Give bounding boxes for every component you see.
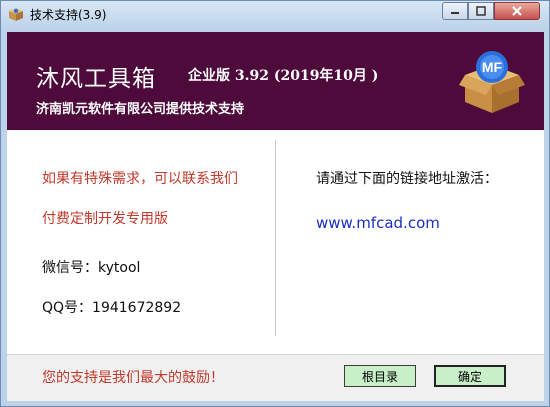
company-label: 济南凯元软件有限公司提供技术支持 <box>36 102 245 117</box>
close-button[interactable] <box>494 2 540 20</box>
paid-custom-text: 付费定制开发专用版 <box>42 211 168 227</box>
activation-prompt: 请通过下面的链接地址激活： <box>316 171 498 187</box>
activation-link[interactable]: www.mfcad.com <box>316 214 440 232</box>
maximize-button[interactable] <box>468 2 494 20</box>
content-area: 如果有特殊需求，可以联系我们 付费定制开发专用版 微信号：kytool QQ号：… <box>7 130 544 401</box>
custom-need-text: 如果有特殊需求，可以联系我们 <box>42 171 238 187</box>
minimize-button[interactable] <box>442 2 468 20</box>
edition-label: 企业版 3.92 (2019年10月 ) <box>188 68 379 84</box>
root-directory-button[interactable]: 根目录 <box>344 365 416 387</box>
ok-button[interactable]: 确定 <box>434 365 506 387</box>
support-dialog: 技术支持(3.9) 沐风工具箱 企业版 3.92 (2019年10月 ) 济南凯… <box>0 0 550 407</box>
product-title: 沐风工具箱 <box>36 66 156 92</box>
minimize-icon <box>451 12 459 14</box>
app-box-icon <box>9 8 23 21</box>
window-title: 技术支持(3.9) <box>30 8 107 22</box>
support-message: 您的支持是我们最大的鼓励！ <box>42 370 224 386</box>
qq-text: QQ号：1941672892 <box>42 300 182 316</box>
wechat-text: 微信号：kytool <box>42 260 141 276</box>
title-bar[interactable]: 技术支持(3.9) <box>1 1 549 27</box>
product-banner: 沐风工具箱 企业版 3.92 (2019年10月 ) 济南凯元软件有限公司提供技… <box>7 32 544 130</box>
vertical-divider <box>275 140 276 336</box>
maximize-icon <box>476 6 486 16</box>
close-icon <box>512 6 522 16</box>
footer-bar: 您的支持是我们最大的鼓励！ 根目录 确定 <box>7 355 544 401</box>
svg-text:MF: MF <box>482 59 503 75</box>
product-box-logo-icon: MF <box>459 51 525 113</box>
